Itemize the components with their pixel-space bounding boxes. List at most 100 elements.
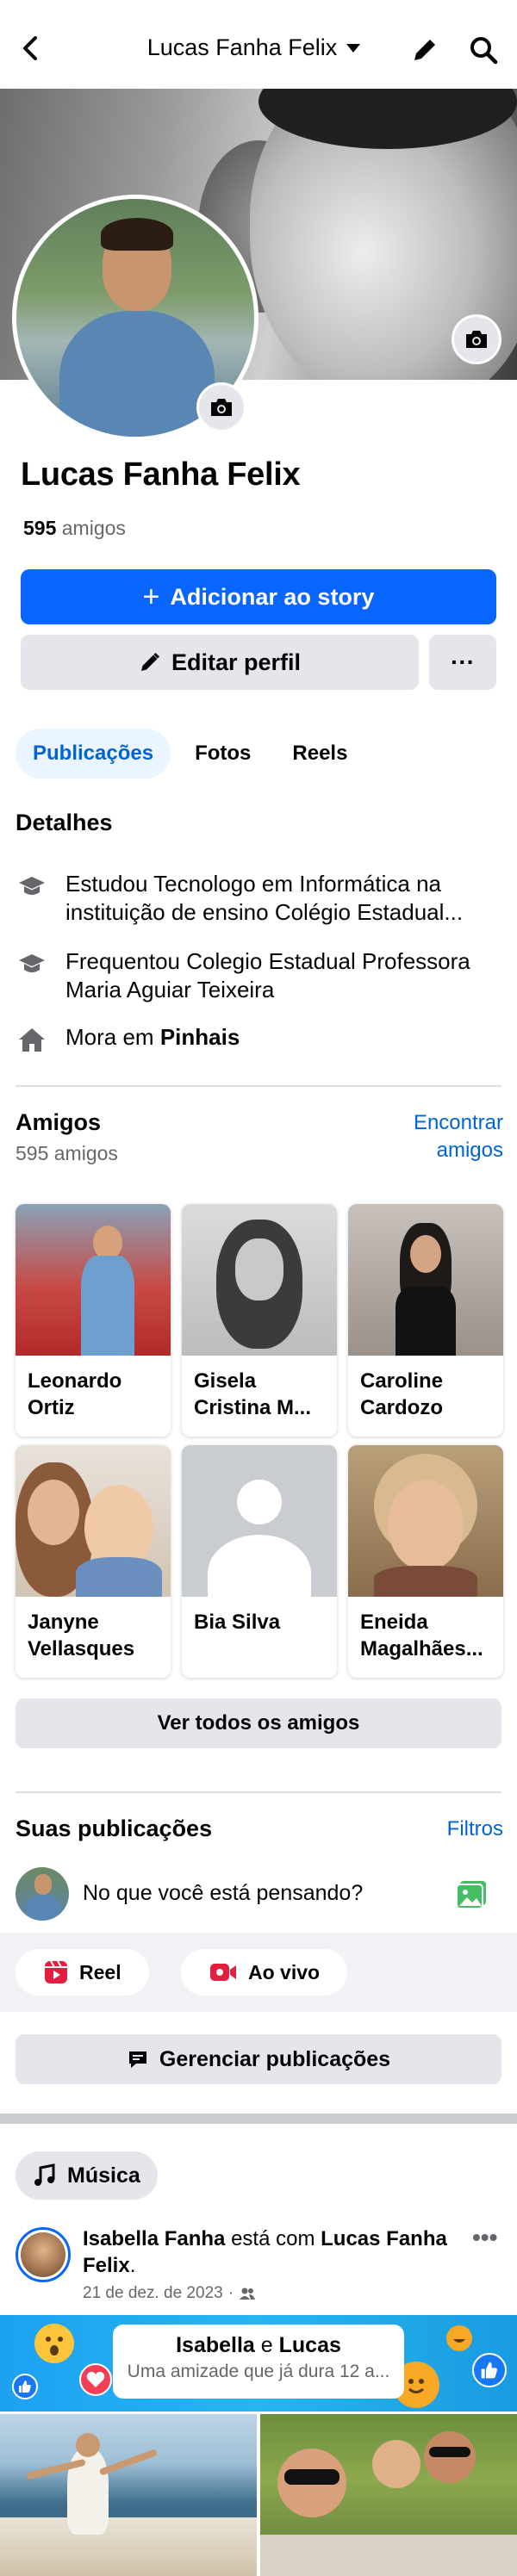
- details-title: Detalhes: [16, 810, 113, 835]
- music-chip-label: Música: [67, 2163, 140, 2188]
- friendship-card[interactable]: Isabella e Lucas Uma amizade que já dura…: [113, 2325, 404, 2399]
- post-date[interactable]: 21 de dez. de 2023 ·: [83, 2284, 256, 2303]
- friend-photo-placeholder: [182, 1445, 337, 1612]
- divider: [16, 1085, 501, 1087]
- filters-link[interactable]: Filtros: [431, 1817, 503, 1841]
- lives-in-city[interactable]: Pinhais: [160, 1024, 240, 1050]
- friend-card[interactable]: Gisela Cristina M...: [182, 1204, 337, 1437]
- friends-count[interactable]: 595 amigos: [23, 517, 126, 540]
- friend-photo: [348, 1445, 503, 1597]
- edit-pencil-icon[interactable]: [409, 34, 440, 65]
- like-icon: [12, 2374, 38, 2399]
- live-video-icon: [210, 1964, 236, 1981]
- detail-text: Frequentou Colegio Estadual Professora M…: [65, 948, 470, 1002]
- post-author[interactable]: Isabella Fanha: [83, 2227, 225, 2250]
- friend-card[interactable]: Caroline Cardozo: [348, 1204, 503, 1437]
- graduation-cap-icon: [16, 947, 48, 980]
- friend-name: Gisela Cristina M...: [194, 1369, 312, 1419]
- post-more-icon[interactable]: •••: [472, 2224, 497, 2251]
- more-options-button[interactable]: ···: [429, 635, 496, 690]
- add-to-story-button[interactable]: + Adicionar ao story: [21, 569, 496, 624]
- heart-icon: [79, 2363, 112, 2396]
- friend-photo: [348, 1204, 503, 1356]
- wow-emoji-icon: [34, 2324, 74, 2363]
- find-friends-link[interactable]: Encontrar amigos: [396, 1109, 503, 1164]
- friendship-and: e: [254, 2333, 279, 2357]
- like-icon: [472, 2353, 507, 2387]
- post-date-text: 21 de dez. de 2023: [83, 2284, 223, 2302]
- manage-posts-button[interactable]: Gerenciar publicações: [16, 2034, 501, 2084]
- post-author-avatar[interactable]: [16, 2227, 71, 2282]
- lives-in-prefix: Mora em: [65, 1024, 160, 1050]
- friend-card[interactable]: Eneida Magalhães...: [348, 1445, 503, 1678]
- friendship-subtitle: Uma amizade que já dura 12 a...: [127, 2362, 390, 2381]
- composer-input[interactable]: No que você está pensando?: [83, 1881, 363, 1906]
- reel-button[interactable]: Reel: [16, 1949, 149, 1996]
- post-photo-beach[interactable]: [0, 2414, 257, 2576]
- add-to-story-label: Adicionar ao story: [170, 583, 375, 610]
- friends-count-label: amigos: [61, 517, 126, 539]
- friend-photo: [16, 1204, 171, 1356]
- graduation-cap-icon: [16, 870, 48, 903]
- music-chip[interactable]: Música: [16, 2151, 158, 2200]
- composer-avatar[interactable]: [16, 1867, 69, 1921]
- detail-education-2[interactable]: Frequentou Colegio Estadual Professora M…: [16, 947, 507, 1004]
- manage-posts-label: Gerenciar publicações: [159, 2046, 391, 2071]
- friend-name: Leonardo Ortiz: [28, 1369, 122, 1419]
- cover-camera-icon[interactable]: [452, 314, 501, 364]
- post-tagged-suffix: .: [129, 2254, 136, 2277]
- your-posts-title: Suas publicações: [16, 1816, 213, 1841]
- profile-tabs: Publicações Fotos Reels: [16, 729, 364, 779]
- laugh-emoji-icon: [446, 2325, 472, 2351]
- friend-card[interactable]: Bia Silva: [182, 1445, 337, 1678]
- music-note-icon: [34, 2163, 55, 2186]
- tab-publicacoes[interactable]: Publicações: [16, 729, 171, 779]
- tab-reels[interactable]: Reels: [275, 729, 364, 779]
- post-header: Isabella Fanha está com Lucas Fanha Feli…: [83, 2225, 462, 2279]
- divider: [16, 1791, 501, 1793]
- edit-profile-button[interactable]: Editar perfil: [21, 635, 419, 690]
- profile-name-dropdown[interactable]: Lucas Fanha Felix: [129, 34, 379, 61]
- live-label: Ao vivo: [248, 1960, 321, 1983]
- friend-card[interactable]: Janyne Vellasques: [16, 1445, 171, 1678]
- post-date-separator: ·: [227, 2284, 234, 2302]
- live-button[interactable]: Ao vivo: [181, 1949, 348, 1996]
- detail-education-1[interactable]: Estudou Tecnologo em Informática na inst…: [16, 870, 507, 927]
- manage-posts-icon: [128, 2051, 146, 2068]
- edit-profile-label: Editar perfil: [171, 649, 302, 675]
- reel-icon: [45, 1960, 67, 1983]
- detail-lives-in[interactable]: Mora em Pinhais: [16, 1023, 507, 1056]
- reel-label: Reel: [79, 1960, 121, 1983]
- home-icon: [16, 1023, 48, 1056]
- friend-card[interactable]: Leonardo Ortiz: [16, 1204, 171, 1437]
- profile-name: Lucas Fanha Felix: [21, 456, 301, 493]
- friends-title: Amigos: [16, 1109, 102, 1135]
- top-bar: Lucas Fanha Felix: [0, 0, 517, 86]
- friendship-names: Isabella e Lucas: [113, 2333, 404, 2358]
- plus-icon: +: [142, 580, 160, 613]
- photo-gallery-icon[interactable]: [455, 1879, 489, 1910]
- friend-name-1: Isabella: [176, 2333, 255, 2357]
- caret-down-icon: [346, 43, 361, 53]
- friends-count-number: 595: [23, 517, 57, 539]
- friend-name-2: Lucas: [278, 2333, 341, 2357]
- friend-name: Bia Silva: [194, 1611, 281, 1634]
- friend-name: Caroline Cardozo: [360, 1369, 444, 1419]
- detail-text: Mora em Pinhais: [65, 1023, 240, 1056]
- section-separator: [0, 2114, 517, 2124]
- see-all-friends-button[interactable]: Ver todos os amigos: [16, 1698, 501, 1748]
- avatar-camera-icon[interactable]: [196, 382, 246, 432]
- friend-name: Eneida Magalhães...: [360, 1611, 483, 1660]
- friend-name: Janyne Vellasques: [28, 1611, 135, 1660]
- friend-photo: [16, 1445, 171, 1597]
- top-bar-title: Lucas Fanha Felix: [146, 34, 338, 60]
- post-photo-group[interactable]: [260, 2414, 517, 2576]
- more-dots-icon: ···: [451, 649, 475, 675]
- friend-photo: [182, 1204, 337, 1356]
- back-arrow-icon[interactable]: [16, 33, 47, 64]
- friends-subtitle: 595 amigos: [16, 1142, 118, 1164]
- pencil-icon: [140, 652, 160, 671]
- post-connector: está com: [225, 2227, 321, 2250]
- search-icon[interactable]: [468, 34, 499, 65]
- tab-fotos[interactable]: Fotos: [178, 729, 268, 779]
